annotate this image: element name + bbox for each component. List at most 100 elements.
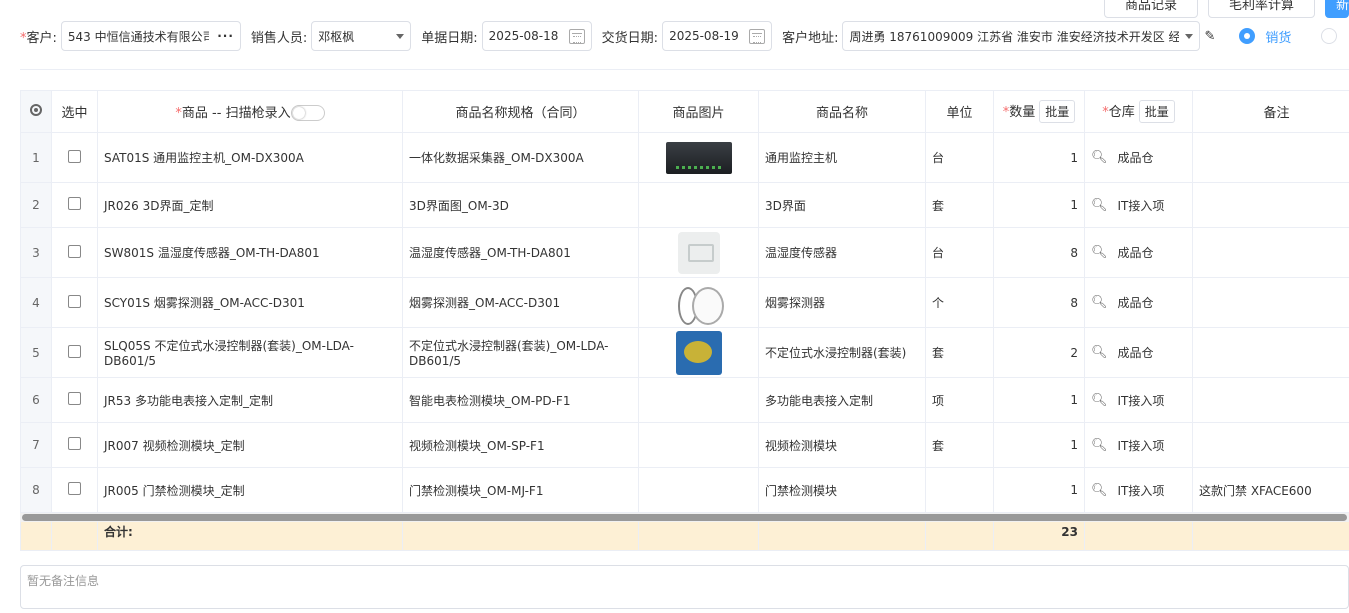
name-cell[interactable]: 3D界面 [758,182,926,228]
warehouse-cell[interactable]: 🔍︎ 成品仓 [1084,132,1193,183]
sales-select[interactable]: 邓枢枫 [311,21,412,51]
remark-cell[interactable] [1192,327,1349,378]
product-cell[interactable]: JR007 视频检测模块_定制 [97,422,403,468]
name-cell[interactable]: 多功能电表接入定制 [758,377,926,423]
remark-cell[interactable] [1192,422,1349,468]
unit-cell [925,467,994,513]
column-settings[interactable] [20,90,52,133]
sale-radio[interactable] [1239,28,1256,44]
name-cell[interactable]: 视频检测模块 [758,422,926,468]
edit-icon[interactable]: ✎ [1204,29,1215,44]
remark-cell[interactable] [1192,377,1349,423]
more-icon[interactable]: ··· [217,29,234,43]
warehouse-cell[interactable]: 🔍︎ 成品仓 [1084,327,1193,378]
search-icon[interactable]: 🔍︎ [1091,345,1108,360]
new-button[interactable]: 新 [1325,0,1349,18]
qty-cell[interactable]: 1 [993,182,1085,228]
qty-cell[interactable]: 8 [993,277,1085,328]
search-icon[interactable]: 🔍︎ [1091,483,1108,498]
qty-cell[interactable]: 2 [993,327,1085,378]
row-checkbox[interactable] [68,244,81,258]
spec-cell[interactable]: 3D界面图_OM-3D [402,182,639,228]
name-cell[interactable]: 温湿度传感器 [758,227,926,278]
remark-cell[interactable] [1192,182,1349,228]
remark-cell[interactable] [1192,277,1349,328]
warehouse-cell[interactable]: 🔍︎ IT接入项 [1084,377,1193,423]
remark-cell[interactable]: 这款门禁 XFACE600 [1192,467,1349,513]
sale-radio-label: 销货 [1265,30,1292,46]
product-cell[interactable]: SW801S 温湿度传感器_OM-TH-DA801 [97,227,403,278]
product-image[interactable] [677,231,720,274]
image-cell [638,467,759,513]
margin-calc-button[interactable]: 毛利率计算 [1207,0,1315,18]
row-checkbox[interactable] [68,149,81,163]
product-cell[interactable]: SLQ05S 不定位式水浸控制器(套装)_OM-LDA-DB601/5 [97,327,403,378]
remark-field[interactable]: 暂无备注信息 [20,565,1349,609]
table-row[interactable]: 5 SLQ05S 不定位式水浸控制器(套装)_OM-LDA-DB601/5 不定位式… [20,327,1349,378]
customer-field[interactable]: 543 中恒信通技术有限公司 ··· [60,21,241,51]
remark-cell[interactable] [1192,227,1349,278]
search-icon[interactable]: 🔍︎ [1091,438,1108,453]
product-image[interactable] [665,141,732,174]
product-cell[interactable]: JR005 门禁检测模块_定制 [97,467,403,513]
table-row[interactable]: 2 JR026 3D界面_定制 3D界面图_OM-3D 3D界面套 1 🔍︎ IT接入项 [20,182,1349,228]
spec-cell[interactable]: 智能电表检测模块_OM-PD-F1 [402,377,639,423]
product-cell[interactable]: JR026 3D界面_定制 [97,182,403,228]
product-image[interactable] [676,281,724,325]
qty-cell[interactable]: 1 [993,467,1085,513]
warehouse-cell[interactable]: 🔍︎ 成品仓 [1084,277,1193,328]
search-icon[interactable]: 🔍︎ [1091,245,1108,260]
product-cell[interactable]: SCY01S 烟雾探测器_OM-ACC-D301 [97,277,403,328]
product-cell[interactable]: SAT01S 通用监控主机_OM-DX300A [97,132,403,183]
qty-cell[interactable]: 8 [993,227,1085,278]
name-cell[interactable]: 烟雾探测器 [758,277,926,328]
scanner-toggle[interactable] [290,105,325,122]
horizontal-scrollbar[interactable] [20,513,1349,522]
return-radio[interactable] [1321,28,1338,44]
warehouse-cell[interactable]: 🔍︎ IT接入项 [1084,422,1193,468]
spec-cell[interactable]: 温湿度传感器_OM-TH-DA801 [402,227,639,278]
product-image[interactable] [675,330,722,375]
table-row[interactable]: 3 SW801S 温湿度传感器_OM-TH-DA801 温湿度传感器_OM-TH-D… [20,227,1349,278]
warehouse-batch-button[interactable]: 批量 [1138,100,1175,123]
search-icon[interactable]: 🔍︎ [1091,295,1108,310]
name-cell[interactable]: 门禁检测模块 [758,467,926,513]
table-row[interactable]: 6 JR53 多功能电表接入定制_定制 智能电表检测模块_OM-PD-F1 多功能电表… [20,377,1349,423]
row-checkbox[interactable] [68,197,81,210]
name-cell[interactable]: 通用监控主机 [758,132,926,183]
remark-cell[interactable] [1192,132,1349,183]
row-checkbox[interactable] [68,294,81,308]
search-icon[interactable]: 🔍︎ [1091,150,1108,165]
qty-cell[interactable]: 1 [993,132,1085,183]
doc-date-picker[interactable]: 2025-08-18 [481,21,592,51]
row-checkbox[interactable] [68,392,81,405]
spec-cell[interactable]: 一体化数据采集器_OM-DX300A [402,132,639,183]
row-index: 6 [20,377,52,423]
spec-cell[interactable]: 门禁检测模块_OM-MJ-F1 [402,467,639,513]
row-checkbox[interactable] [68,437,81,450]
spec-cell[interactable]: 不定位式水浸控制器(套装)_OM-LDA-DB601/5 [402,327,639,378]
scrollbar-thumb[interactable] [22,514,1347,521]
table-row[interactable]: 7 JR007 视频检测模块_定制 视频检测模块_OM-SP-F1 视频检测模块套 1 🔍… [20,422,1349,468]
product-records-button[interactable]: 商品记录 [1103,0,1198,18]
table-row[interactable]: 8 JR005 门禁检测模块_定制 门禁检测模块_OM-MJ-F1 门禁检测模块 1 🔍︎… [20,467,1349,513]
qty-cell[interactable]: 1 [993,377,1085,423]
product-cell[interactable]: JR53 多功能电表接入定制_定制 [97,377,403,423]
table-row[interactable]: 1 SAT01S 通用监控主机_OM-DX300A 一体化数据采集器_OM-DX30… [20,132,1349,183]
address-select[interactable]: 周进勇 18761009009 江苏省 淮安市 淮安经济技术开发区 经济 [842,21,1201,51]
delivery-date-picker[interactable]: 2025-08-19 [662,21,773,51]
table-row[interactable]: 4 SCY01S 烟雾探测器_OM-ACC-D301 烟雾探测器_OM-ACC-D3… [20,277,1349,328]
warehouse-cell[interactable]: 🔍︎ IT接入项 [1084,182,1193,228]
warehouse-cell[interactable]: 🔍︎ 成品仓 [1084,227,1193,278]
calendar-icon [749,28,766,44]
qty-cell[interactable]: 1 [993,422,1085,468]
search-icon[interactable]: 🔍︎ [1091,198,1108,213]
warehouse-cell[interactable]: 🔍︎ IT接入项 [1084,467,1193,513]
row-checkbox[interactable] [68,344,81,358]
qty-batch-button[interactable]: 批量 [1039,100,1076,123]
name-cell[interactable]: 不定位式水浸控制器(套装) [758,327,926,378]
spec-cell[interactable]: 烟雾探测器_OM-ACC-D301 [402,277,639,328]
spec-cell[interactable]: 视频检测模块_OM-SP-F1 [402,422,639,468]
search-icon[interactable]: 🔍︎ [1091,393,1108,408]
row-checkbox[interactable] [68,482,81,495]
